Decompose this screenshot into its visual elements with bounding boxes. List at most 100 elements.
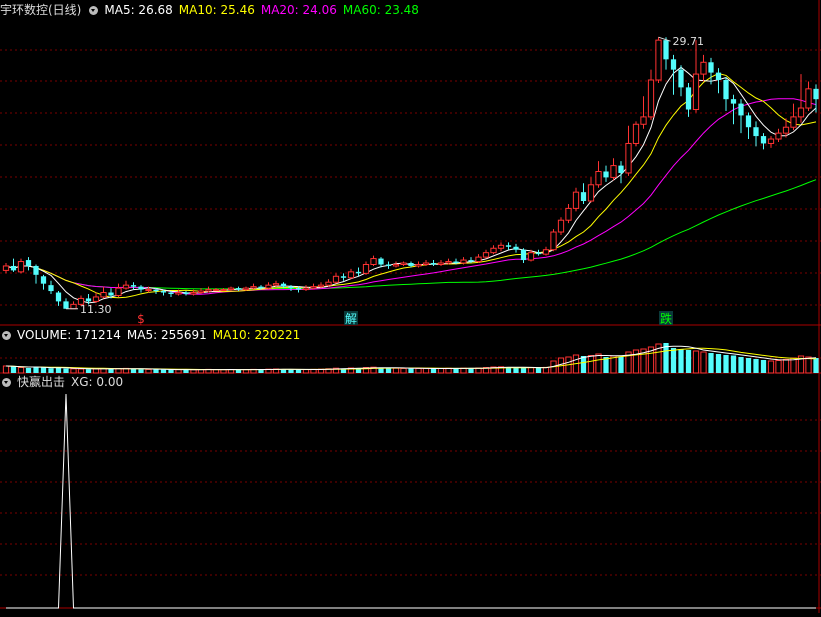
candle-body [640,116,647,125]
ma5-label: MA5: 26.68 [104,3,173,17]
candle-body [385,264,392,266]
volume-bar [730,355,737,373]
volume-bar [92,368,100,374]
candle-body [280,283,287,287]
candle-body [340,276,347,278]
candle-body [753,127,759,137]
volume-bar [400,367,407,374]
candle-body [145,289,152,292]
ma20-label: MA20: 24.06 [260,3,337,17]
candle-body [227,287,235,291]
candle-body [572,191,580,209]
dropdown-icon[interactable] [89,6,99,15]
candle-body [580,192,587,202]
volume-bar [138,369,144,373]
volume-bar [408,368,414,373]
candle-body [272,283,280,286]
candle-body [130,285,137,287]
volume-bar [753,359,759,373]
candle-body [497,244,505,249]
volume-bar [145,368,152,374]
volume-bar [168,369,174,373]
price-header: 宇环数控(日线) MA5: 26.68 MA10: 25.46 MA20: 24.06… [0,2,425,18]
volume-bar [70,368,77,374]
candle-body [797,107,805,118]
dropdown-icon[interactable] [2,331,11,340]
candle-body [205,289,212,292]
volume-bar [542,366,550,374]
stock-title[interactable]: 宇环数控(日线) [0,3,81,17]
candle-body [685,87,692,110]
candle-body [33,265,39,275]
candle-body [723,79,729,100]
event-marker: $ [137,312,145,326]
volume-bar [760,360,767,373]
volume-bar [385,368,392,373]
candle-body [738,103,744,116]
candle-body [625,142,632,174]
candle-body [520,249,527,261]
volume-bar [513,367,519,373]
volume-bar [610,355,617,374]
candle-body [108,292,114,296]
volume-bar [580,356,587,373]
volume-label: VOLUME: 171214 [17,328,121,342]
volume-bar [587,355,595,374]
dropdown-icon[interactable] [2,378,11,387]
volume-bar [33,367,39,373]
candle-body [745,115,752,128]
candle-body [2,265,10,271]
volume-bar [160,369,167,373]
candle-body [437,262,445,265]
candle-body [670,59,677,70]
volume-bar [10,366,17,373]
volume-bar [108,369,114,373]
price-annotation: 11.30 [80,303,112,316]
candle-body [557,219,565,233]
volume-bar [392,367,400,374]
candle-body [242,287,250,291]
candle-body [678,69,684,88]
candle-body [595,171,602,186]
volume-bar [775,360,782,374]
candle-body [408,263,414,266]
indicator-title[interactable]: 快赢出击 [17,375,65,389]
candle-body [25,260,32,266]
candle-body [138,286,144,290]
candle-body [392,263,400,267]
candle-body [475,256,482,263]
candle-body [535,252,542,255]
candle-body [347,271,355,279]
candle-body [197,290,205,294]
candle-body [468,260,474,262]
volume-bar [685,350,692,373]
candle-body [355,271,362,274]
volume-bar [527,367,535,374]
event-marker: 跌 [660,311,672,326]
candle-body [325,281,332,286]
candle-body [542,249,550,255]
volume-bar [220,369,227,374]
candle-body [565,207,572,221]
candle-body [190,292,197,295]
volume-bar [700,351,707,374]
volume-bar [40,367,47,373]
candle-body [160,291,167,293]
candle-body [302,287,310,291]
candle-body [212,289,220,292]
volume-bar [63,368,69,373]
candle-body [183,292,189,295]
volume-bar [460,367,467,374]
candle-body [310,286,317,289]
ma10-label: MA10: 25.46 [178,3,255,17]
candle-body [663,40,669,60]
candle-body [288,286,294,289]
candle-body [400,262,407,265]
candle-body [760,136,767,144]
volume-bar [288,369,294,373]
volume-bar [767,360,775,374]
volume-bar [422,367,430,374]
candle-body [332,275,340,283]
volume-bar [242,369,250,374]
candle-body [490,247,497,254]
